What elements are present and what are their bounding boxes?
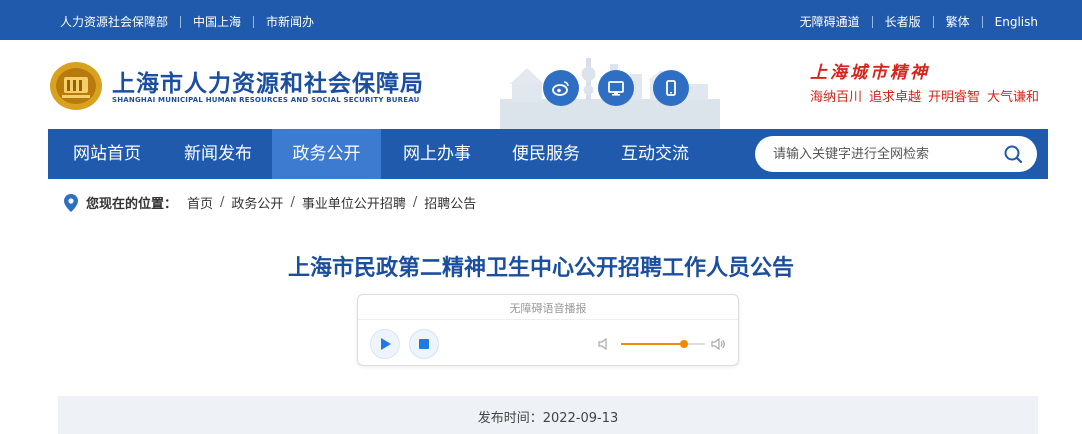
breadcrumb-home[interactable]: 首页: [187, 193, 213, 212]
city-spirit-slogans: 海纳百川 追求卓越 开明睿智 大气谦和: [810, 86, 1039, 105]
divider: [932, 15, 934, 28]
main-nav: 网站首页 新闻发布 政务公开 网上办事 便民服务 互动交流: [48, 129, 1048, 179]
publish-info-bar: 发布时间：2022-09-13: [58, 396, 1038, 434]
site-subtitle: SHANGHAI MUNICIPAL HUMAN RESOURCES AND S…: [112, 96, 420, 104]
breadcrumb-gov-affairs[interactable]: 政务公开: [231, 193, 283, 212]
play-icon: [381, 338, 391, 350]
divider: [253, 15, 255, 28]
nav-item-gov-affairs[interactable]: 政务公开: [272, 129, 381, 179]
slogan: 海纳百川: [810, 90, 863, 105]
breadcrumb-separator: /: [220, 195, 225, 210]
divider: [981, 15, 983, 28]
bureau-emblem-icon[interactable]: [48, 59, 104, 111]
top-utility-bar: 人力资源社会保障部 中国上海 市新闻办 无障碍通道 长者版 繁体 English: [0, 0, 1082, 40]
slogan: 大气谦和: [987, 90, 1040, 105]
nav-item-home[interactable]: 网站首页: [56, 129, 158, 179]
divider: [871, 15, 873, 28]
city-spirit-title: 上海城市精神: [810, 63, 930, 83]
volume-slider[interactable]: [621, 340, 705, 348]
breadcrumb: 您现在的位置： 首页 / 政务公开 / 事业单位公开招聘 / 招聘公告: [64, 193, 476, 212]
site-title[interactable]: 上海市人力资源和社会保障局: [112, 64, 424, 98]
link-elder-version[interactable]: 长者版: [885, 13, 921, 30]
publish-date: 发布时间：2022-09-13: [477, 411, 619, 426]
link-news-office[interactable]: 市新闻办: [266, 13, 314, 30]
link-china-shanghai[interactable]: 中国上海: [193, 13, 241, 30]
divider: [180, 15, 182, 28]
breadcrumb-label: 您现在的位置：: [86, 197, 178, 212]
desktop-button[interactable]: [598, 70, 634, 106]
player-title: 无障碍语音播报: [509, 302, 587, 315]
link-mohrss[interactable]: 人力资源社会保障部: [60, 13, 168, 30]
article-title: 上海市民政第二精神卫生中心公开招聘工作人员公告: [287, 256, 794, 281]
weibo-icon: [552, 81, 569, 96]
search-box: [755, 136, 1037, 172]
breadcrumb-recruitment[interactable]: 事业单位公开招聘: [302, 193, 406, 212]
desktop-icon: [608, 81, 624, 96]
mobile-button[interactable]: [653, 70, 689, 106]
search-input[interactable]: [773, 145, 993, 163]
top-right-links: 无障碍通道 长者版 繁体 English: [800, 13, 1038, 30]
top-left-links: 人力资源社会保障部 中国上海 市新闻办: [60, 13, 314, 30]
weibo-button[interactable]: [543, 70, 579, 106]
volume-fill: [621, 343, 684, 345]
stop-icon: [419, 339, 429, 349]
location-pin-icon: [64, 193, 78, 212]
breadcrumb-separator: /: [290, 195, 295, 210]
slogan: 开明睿智: [928, 90, 981, 105]
breadcrumb-separator: /: [412, 195, 418, 210]
link-traditional-chinese[interactable]: 繁体: [946, 13, 970, 30]
play-button[interactable]: [370, 329, 400, 359]
nav-item-news[interactable]: 新闻发布: [163, 129, 273, 179]
nav-item-public-services[interactable]: 便民服务: [491, 129, 601, 179]
volume-down-icon[interactable]: [598, 337, 612, 351]
search-icon[interactable]: [1003, 144, 1023, 164]
stop-button[interactable]: [409, 329, 439, 359]
nav-item-online-services[interactable]: 网上办事: [382, 129, 492, 179]
nav-item-interaction[interactable]: 互动交流: [600, 129, 710, 179]
link-accessibility[interactable]: 无障碍通道: [800, 13, 860, 30]
breadcrumb-announcement[interactable]: 招聘公告: [424, 193, 476, 212]
slogan: 追求卓越: [869, 90, 922, 105]
volume-knob[interactable]: [680, 340, 688, 348]
divider: [358, 319, 738, 320]
volume-up-icon[interactable]: [711, 337, 725, 351]
mobile-icon: [666, 80, 676, 96]
link-english[interactable]: English: [995, 15, 1038, 29]
voice-broadcast-player: 无障碍语音播报: [357, 294, 739, 366]
